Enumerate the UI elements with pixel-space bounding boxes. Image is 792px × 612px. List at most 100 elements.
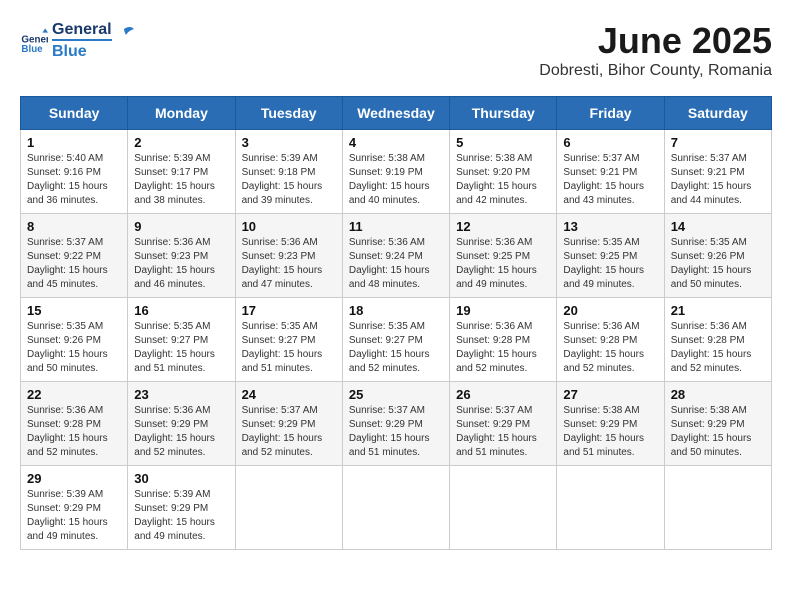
day-number: 26 — [456, 387, 550, 402]
day-number: 13 — [563, 219, 657, 234]
day-number: 19 — [456, 303, 550, 318]
calendar-week-row-3: 15 Sunrise: 5:35 AM Sunset: 9:26 PM Dayl… — [21, 298, 772, 382]
day-number: 18 — [349, 303, 443, 318]
calendar-cell: 25 Sunrise: 5:37 AM Sunset: 9:29 PM Dayl… — [342, 382, 449, 466]
logo-general: General — [52, 20, 112, 39]
calendar-cell: 9 Sunrise: 5:36 AM Sunset: 9:23 PM Dayli… — [128, 214, 235, 298]
calendar-cell: 19 Sunrise: 5:36 AM Sunset: 9:28 PM Dayl… — [450, 298, 557, 382]
day-info: Sunrise: 5:37 AM Sunset: 9:21 PM Dayligh… — [671, 152, 765, 208]
logo-blue: Blue — [52, 39, 112, 61]
calendar-cell: 14 Sunrise: 5:35 AM Sunset: 9:26 PM Dayl… — [664, 214, 771, 298]
calendar-cell: 7 Sunrise: 5:37 AM Sunset: 9:21 PM Dayli… — [664, 130, 771, 214]
title-section: June 2025 Dobresti, Bihor County, Romani… — [539, 20, 772, 80]
day-number: 11 — [349, 219, 443, 234]
day-number: 8 — [27, 219, 121, 234]
calendar-cell: 3 Sunrise: 5:39 AM Sunset: 9:18 PM Dayli… — [235, 130, 342, 214]
day-number: 7 — [671, 135, 765, 150]
calendar-cell: 20 Sunrise: 5:36 AM Sunset: 9:28 PM Dayl… — [557, 298, 664, 382]
day-number: 22 — [27, 387, 121, 402]
day-info: Sunrise: 5:37 AM Sunset: 9:29 PM Dayligh… — [456, 404, 550, 460]
top-bar: General Blue General Blue June 2025 Dobr… — [20, 20, 772, 88]
calendar-cell: 24 Sunrise: 5:37 AM Sunset: 9:29 PM Dayl… — [235, 382, 342, 466]
day-number: 9 — [134, 219, 228, 234]
calendar-week-row-1: 1 Sunrise: 5:40 AM Sunset: 9:16 PM Dayli… — [21, 130, 772, 214]
logo-text-block: General Blue — [52, 20, 112, 61]
day-number: 2 — [134, 135, 228, 150]
weekday-header-tuesday: Tuesday — [235, 97, 342, 130]
svg-text:Blue: Blue — [21, 44, 43, 55]
weekday-header-monday: Monday — [128, 97, 235, 130]
calendar-cell: 28 Sunrise: 5:38 AM Sunset: 9:29 PM Dayl… — [664, 382, 771, 466]
logo-bird-icon — [114, 25, 136, 47]
day-number: 23 — [134, 387, 228, 402]
day-number: 5 — [456, 135, 550, 150]
calendar-cell: 18 Sunrise: 5:35 AM Sunset: 9:27 PM Dayl… — [342, 298, 449, 382]
day-number: 6 — [563, 135, 657, 150]
day-info: Sunrise: 5:38 AM Sunset: 9:19 PM Dayligh… — [349, 152, 443, 208]
day-info: Sunrise: 5:36 AM Sunset: 9:23 PM Dayligh… — [242, 236, 336, 292]
day-number: 27 — [563, 387, 657, 402]
location-title: Dobresti, Bihor County, Romania — [539, 62, 772, 80]
calendar-week-row-4: 22 Sunrise: 5:36 AM Sunset: 9:28 PM Dayl… — [21, 382, 772, 466]
day-info: Sunrise: 5:38 AM Sunset: 9:29 PM Dayligh… — [563, 404, 657, 460]
day-info: Sunrise: 5:39 AM Sunset: 9:29 PM Dayligh… — [134, 488, 228, 544]
day-info: Sunrise: 5:36 AM Sunset: 9:29 PM Dayligh… — [134, 404, 228, 460]
calendar-cell: 6 Sunrise: 5:37 AM Sunset: 9:21 PM Dayli… — [557, 130, 664, 214]
calendar-cell — [450, 466, 557, 550]
calendar-cell: 4 Sunrise: 5:38 AM Sunset: 9:19 PM Dayli… — [342, 130, 449, 214]
calendar-cell: 15 Sunrise: 5:35 AM Sunset: 9:26 PM Dayl… — [21, 298, 128, 382]
weekday-header-row: SundayMondayTuesdayWednesdayThursdayFrid… — [21, 97, 772, 130]
day-number: 12 — [456, 219, 550, 234]
weekday-header-thursday: Thursday — [450, 97, 557, 130]
calendar-cell: 5 Sunrise: 5:38 AM Sunset: 9:20 PM Dayli… — [450, 130, 557, 214]
day-number: 1 — [27, 135, 121, 150]
day-number: 25 — [349, 387, 443, 402]
day-info: Sunrise: 5:35 AM Sunset: 9:25 PM Dayligh… — [563, 236, 657, 292]
calendar-cell: 13 Sunrise: 5:35 AM Sunset: 9:25 PM Dayl… — [557, 214, 664, 298]
day-number: 3 — [242, 135, 336, 150]
day-number: 4 — [349, 135, 443, 150]
calendar-cell: 23 Sunrise: 5:36 AM Sunset: 9:29 PM Dayl… — [128, 382, 235, 466]
calendar-cell: 17 Sunrise: 5:35 AM Sunset: 9:27 PM Dayl… — [235, 298, 342, 382]
calendar-cell: 10 Sunrise: 5:36 AM Sunset: 9:23 PM Dayl… — [235, 214, 342, 298]
calendar-cell: 26 Sunrise: 5:37 AM Sunset: 9:29 PM Dayl… — [450, 382, 557, 466]
day-number: 10 — [242, 219, 336, 234]
day-info: Sunrise: 5:36 AM Sunset: 9:28 PM Dayligh… — [456, 320, 550, 376]
logo-icon: General Blue — [20, 27, 48, 55]
weekday-header-saturday: Saturday — [664, 97, 771, 130]
calendar-week-row-2: 8 Sunrise: 5:37 AM Sunset: 9:22 PM Dayli… — [21, 214, 772, 298]
day-number: 24 — [242, 387, 336, 402]
calendar-cell: 11 Sunrise: 5:36 AM Sunset: 9:24 PM Dayl… — [342, 214, 449, 298]
day-info: Sunrise: 5:36 AM Sunset: 9:25 PM Dayligh… — [456, 236, 550, 292]
day-info: Sunrise: 5:35 AM Sunset: 9:27 PM Dayligh… — [242, 320, 336, 376]
day-info: Sunrise: 5:37 AM Sunset: 9:22 PM Dayligh… — [27, 236, 121, 292]
calendar-cell: 22 Sunrise: 5:36 AM Sunset: 9:28 PM Dayl… — [21, 382, 128, 466]
day-info: Sunrise: 5:36 AM Sunset: 9:28 PM Dayligh… — [563, 320, 657, 376]
day-info: Sunrise: 5:36 AM Sunset: 9:28 PM Dayligh… — [671, 320, 765, 376]
day-info: Sunrise: 5:35 AM Sunset: 9:27 PM Dayligh… — [134, 320, 228, 376]
day-info: Sunrise: 5:36 AM Sunset: 9:23 PM Dayligh… — [134, 236, 228, 292]
day-info: Sunrise: 5:35 AM Sunset: 9:26 PM Dayligh… — [27, 320, 121, 376]
calendar-cell: 12 Sunrise: 5:36 AM Sunset: 9:25 PM Dayl… — [450, 214, 557, 298]
day-number: 29 — [27, 471, 121, 486]
calendar-cell: 27 Sunrise: 5:38 AM Sunset: 9:29 PM Dayl… — [557, 382, 664, 466]
calendar-week-row-5: 29 Sunrise: 5:39 AM Sunset: 9:29 PM Dayl… — [21, 466, 772, 550]
day-info: Sunrise: 5:35 AM Sunset: 9:27 PM Dayligh… — [349, 320, 443, 376]
day-info: Sunrise: 5:37 AM Sunset: 9:21 PM Dayligh… — [563, 152, 657, 208]
calendar-cell: 30 Sunrise: 5:39 AM Sunset: 9:29 PM Dayl… — [128, 466, 235, 550]
calendar-cell: 2 Sunrise: 5:39 AM Sunset: 9:17 PM Dayli… — [128, 130, 235, 214]
day-number: 21 — [671, 303, 765, 318]
calendar-cell — [557, 466, 664, 550]
calendar-cell — [235, 466, 342, 550]
day-number: 16 — [134, 303, 228, 318]
logo: General Blue General Blue — [20, 20, 136, 61]
day-info: Sunrise: 5:39 AM Sunset: 9:29 PM Dayligh… — [27, 488, 121, 544]
day-number: 28 — [671, 387, 765, 402]
calendar-cell: 29 Sunrise: 5:39 AM Sunset: 9:29 PM Dayl… — [21, 466, 128, 550]
calendar-cell: 1 Sunrise: 5:40 AM Sunset: 9:16 PM Dayli… — [21, 130, 128, 214]
day-info: Sunrise: 5:36 AM Sunset: 9:24 PM Dayligh… — [349, 236, 443, 292]
day-info: Sunrise: 5:37 AM Sunset: 9:29 PM Dayligh… — [242, 404, 336, 460]
day-number: 30 — [134, 471, 228, 486]
day-info: Sunrise: 5:39 AM Sunset: 9:17 PM Dayligh… — [134, 152, 228, 208]
day-info: Sunrise: 5:39 AM Sunset: 9:18 PM Dayligh… — [242, 152, 336, 208]
